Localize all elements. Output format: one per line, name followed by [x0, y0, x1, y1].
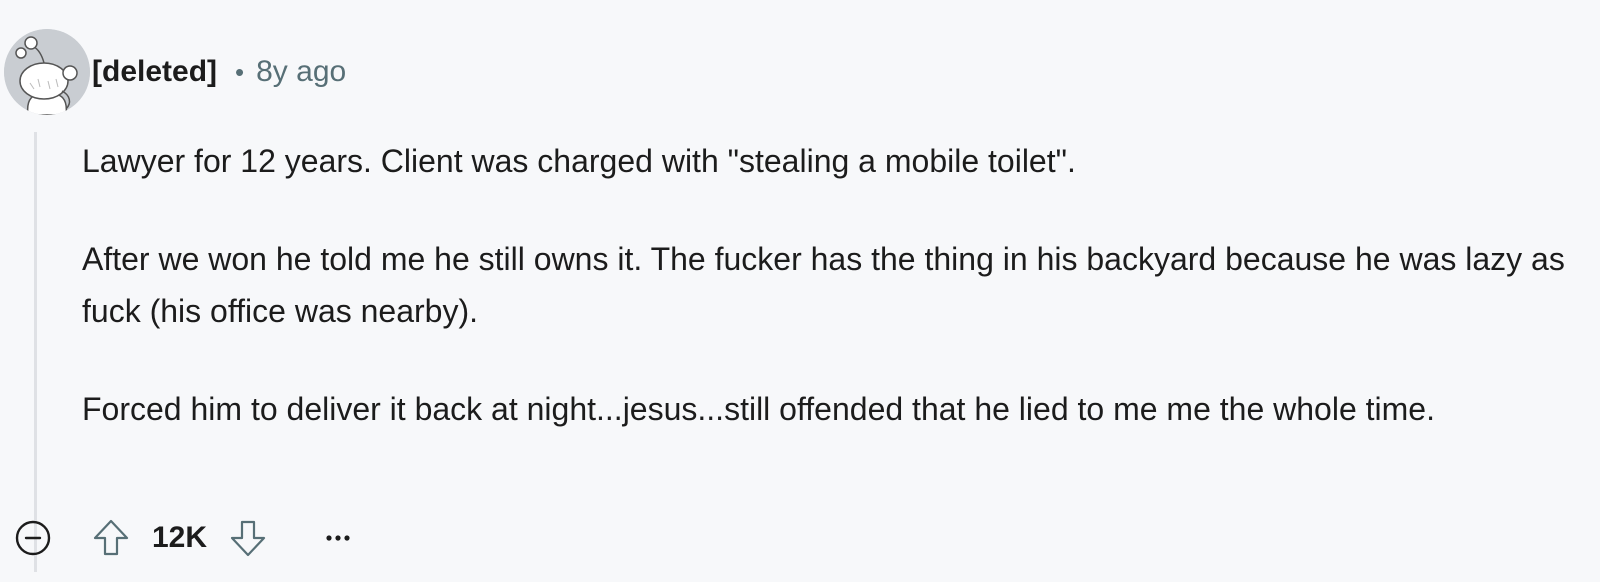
vote-controls: 12K	[90, 517, 269, 559]
thread-line[interactable]	[34, 132, 37, 572]
ellipsis-icon	[326, 535, 350, 541]
comment-body: Lawyer for 12 years. Client was charged …	[82, 135, 1572, 481]
more-options-button[interactable]	[325, 517, 351, 559]
snoo-avatar-icon	[4, 29, 90, 115]
arrow-down-outline-icon	[230, 520, 266, 557]
downvote-button[interactable]	[227, 517, 269, 559]
comment-paragraph: Lawyer for 12 years. Client was charged …	[82, 143, 1076, 179]
collapse-button[interactable]	[12, 517, 54, 559]
arrow-up-outline-icon	[93, 519, 129, 556]
comment: [deleted] • 8y ago Lawyer for 12 years. …	[0, 0, 1600, 582]
comment-header: [deleted] • 8y ago	[92, 52, 346, 92]
author-name[interactable]: [deleted]	[92, 55, 217, 89]
comment-paragraph: After we won he told me he still owns it…	[82, 241, 1565, 329]
upvote-button[interactable]	[90, 517, 132, 559]
meta-separator: •	[235, 56, 245, 87]
avatar[interactable]	[4, 29, 90, 115]
timestamp[interactable]: 8y ago	[256, 55, 346, 89]
comment-paragraph: Forced him to deliver it back at night..…	[82, 391, 1435, 427]
vote-score: 12K	[152, 521, 208, 554]
comment-actions: 12K	[12, 513, 351, 563]
minus-circle-icon	[15, 520, 51, 556]
